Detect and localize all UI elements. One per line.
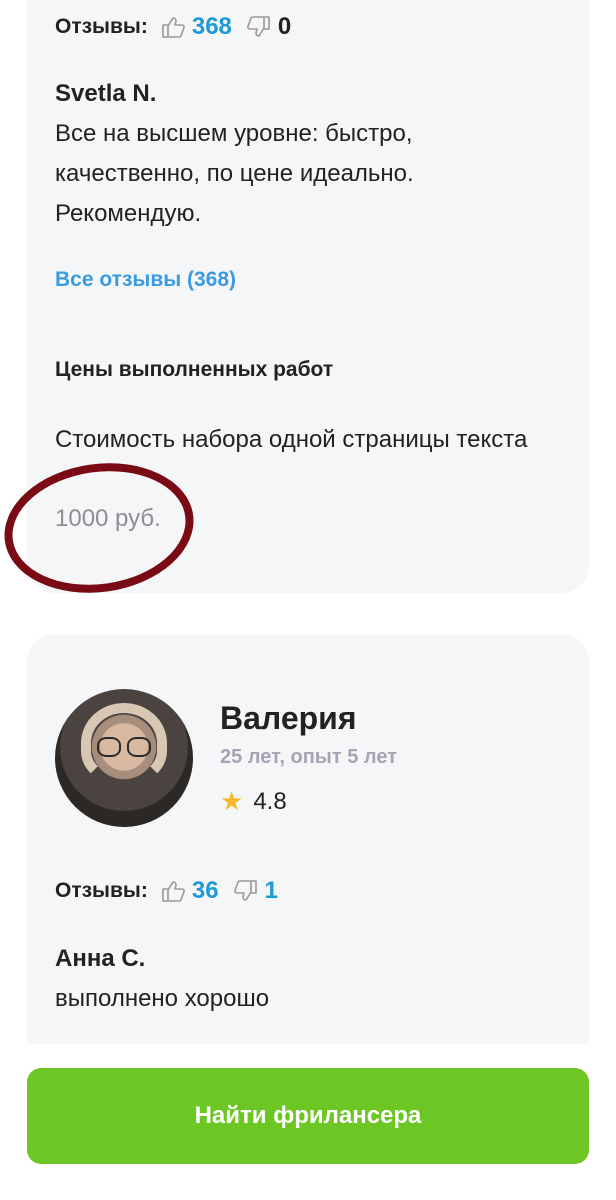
all-reviews-link[interactable]: Все отзывы (368): [55, 268, 236, 292]
reviews-label: Отзывы:: [55, 15, 148, 38]
thumb-up-icon[interactable]: [160, 14, 186, 40]
rating: ★ 4.8: [220, 786, 287, 817]
freelancer-meta: 25 лет, опыт 5 лет: [220, 746, 398, 768]
price-item-label: Стоимость набора одной страницы текста: [55, 426, 528, 453]
avatar[interactable]: [55, 689, 193, 827]
star-icon: ★: [220, 786, 244, 816]
rating-value: 4.8: [253, 787, 287, 815]
review-author: Svetla N.: [55, 80, 157, 107]
review-author: Анна С.: [55, 945, 146, 972]
thumb-down-icon[interactable]: [246, 14, 272, 40]
review-text: выполнено хорошо: [55, 985, 270, 1012]
thumb-down-icon[interactable]: [233, 878, 259, 904]
freelancer-name[interactable]: Валерия: [220, 700, 357, 737]
find-freelancer-button[interactable]: Найти фрилансера: [27, 1068, 589, 1164]
reviews-label: Отзывы:: [55, 879, 148, 902]
thumb-up-icon[interactable]: [160, 878, 186, 904]
freelancer-card: Валерия 25 лет, опыт 5 лет ★ 4.8 Отзывы:…: [27, 634, 589, 1044]
reviews-summary: Отзывы: 368 0: [55, 7, 291, 47]
dislikes-count: 0: [277, 13, 292, 40]
likes-count: 36: [191, 877, 219, 904]
reviews-summary: Отзывы: 36 1: [55, 871, 278, 911]
review-text: Все на высшем уровне: быстро, качественн…: [55, 120, 414, 227]
dislikes-count: 1: [264, 877, 278, 904]
prices-title: Цены выполненных работ: [55, 358, 334, 381]
likes-count: 368: [191, 13, 232, 40]
